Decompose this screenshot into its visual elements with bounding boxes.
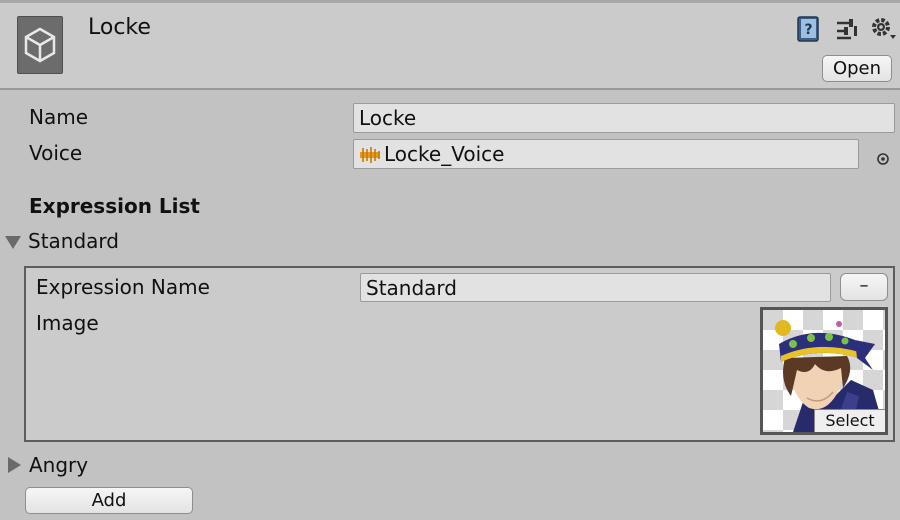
- header-divider: [0, 88, 900, 90]
- foldout-angry[interactable]: Angry: [29, 453, 88, 477]
- svg-text:?: ?: [804, 22, 812, 38]
- asset-title: Locke: [88, 15, 151, 40]
- preset-sliders-icon[interactable]: [834, 16, 860, 42]
- help-book-icon[interactable]: ?: [796, 16, 822, 42]
- unity-logo-icon: [17, 16, 63, 74]
- voice-value: Locke_Voice: [384, 142, 505, 166]
- object-picker-icon[interactable]: [876, 147, 890, 165]
- inspector-header: Locke ? Open: [0, 0, 900, 88]
- foldout-standard[interactable]: Standard: [28, 229, 119, 253]
- voice-object-field[interactable]: Locke_Voice: [353, 139, 859, 169]
- gear-icon[interactable]: [870, 16, 896, 42]
- image-label: Image: [36, 311, 99, 335]
- add-expression-button[interactable]: Add: [25, 487, 193, 514]
- expression-name-label: Expression Name: [36, 275, 210, 299]
- expression-name-field[interactable]: Standard: [360, 273, 831, 302]
- voice-label: Voice: [29, 141, 83, 165]
- name-label: Name: [29, 105, 89, 129]
- name-field[interactable]: Locke: [353, 103, 895, 133]
- audio-clip-icon: [358, 145, 382, 163]
- open-button[interactable]: Open: [822, 55, 892, 82]
- expression-list-heading: Expression List: [29, 194, 200, 218]
- foldout-expanded-icon[interactable]: [5, 236, 21, 249]
- image-object-field[interactable]: Select: [760, 307, 888, 435]
- foldout-collapsed-icon[interactable]: [8, 457, 21, 473]
- remove-expression-button[interactable]: –: [840, 273, 888, 301]
- image-select-button[interactable]: Select: [814, 409, 885, 432]
